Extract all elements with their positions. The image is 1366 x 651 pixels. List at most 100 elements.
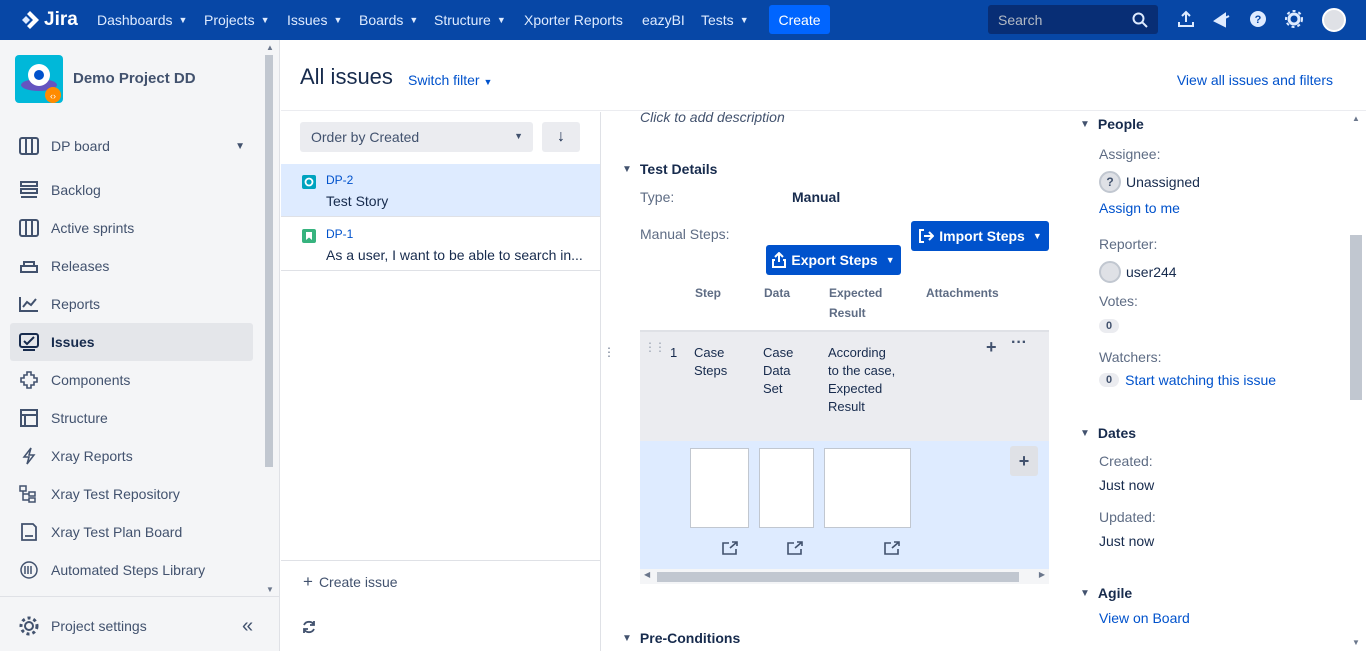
scroll-up-icon[interactable]: ▲ [1352, 114, 1360, 123]
type-label: Type: [640, 189, 675, 205]
order-by-select[interactable]: Order by Created ▼ [300, 122, 533, 152]
settings-gear-icon[interactable] [1285, 10, 1303, 28]
sidebar-item-automated-steps-library[interactable]: Automated Steps Library [10, 551, 253, 589]
sort-direction-button[interactable]: ↓ [542, 122, 580, 152]
reporter-value[interactable]: user244 [1099, 261, 1177, 283]
issue-list-item[interactable]: DP-2 Test Story [281, 164, 600, 217]
import-icon [919, 229, 935, 243]
project-name[interactable]: Demo Project DD [73, 70, 196, 87]
scroll-down-icon[interactable]: ▼ [266, 585, 274, 594]
reporter-label: Reporter: [1099, 236, 1158, 252]
dates-section-header[interactable]: ▼ Dates [1080, 425, 1136, 441]
scroll-down-icon[interactable]: ▼ [1352, 638, 1360, 647]
help-icon[interactable]: ? [1249, 10, 1267, 28]
scrollbar-thumb[interactable] [657, 572, 1019, 582]
assignee-name: Unassigned [1126, 174, 1200, 190]
page-title: All issues [300, 64, 393, 89]
scroll-up-icon[interactable]: ▲ [266, 43, 274, 52]
view-on-board-link[interactable]: View on Board [1099, 610, 1190, 626]
sidebar-item-components[interactable]: Components [10, 361, 253, 399]
sidebar-item-xray-test-plan-board[interactable]: Xray Test Plan Board [10, 513, 253, 551]
search-input[interactable]: Search [988, 5, 1158, 34]
project-settings-link[interactable]: Project settings [10, 607, 253, 645]
sidebar-item-label: Automated Steps Library [51, 562, 206, 578]
nav-issues[interactable]: Issues ▼ [287, 0, 342, 40]
nav-tests[interactable]: Tests ▼ [701, 0, 749, 40]
sidebar-item-issues[interactable]: Issues [10, 323, 253, 361]
step-expected-result[interactable]: According to the case, Expected Result [828, 344, 898, 416]
pre-conditions-section-header[interactable]: ▼ Pre-Conditions [622, 630, 740, 646]
collapse-sidebar-icon[interactable]: « [242, 615, 253, 638]
votes-badge: 0 [1099, 319, 1120, 333]
upload-icon[interactable] [1177, 10, 1195, 28]
create-issue-label: Create issue [318, 573, 398, 590]
issues-icon [18, 332, 40, 352]
created-label: Created: [1099, 453, 1153, 469]
assignee-value[interactable]: ? Unassigned [1099, 171, 1200, 193]
create-button[interactable]: Create [769, 5, 830, 34]
expand-field-icon[interactable] [884, 541, 900, 555]
sidebar-item-xray-test-repository[interactable]: Xray Test Repository [10, 475, 253, 513]
scroll-left-icon[interactable]: ◀ [644, 570, 650, 579]
sidebar-item-label: Active sprints [51, 220, 135, 236]
new-step-action-textarea[interactable] [690, 448, 749, 528]
nav-structure[interactable]: Structure ▼ [434, 0, 506, 40]
top-navigation: Jira Dashboards ▼ Projects ▼ Issues ▼ Board… [0, 0, 1366, 40]
issue-key[interactable]: DP-2 [326, 173, 353, 187]
new-step-data-textarea[interactable] [759, 448, 814, 528]
sidebar-item-xray-reports[interactable]: Xray Reports [10, 437, 253, 475]
notifications-icon[interactable] [1213, 10, 1231, 28]
column-header-data: Data [764, 286, 791, 300]
sidebar-item-label: Reports [51, 296, 101, 312]
assign-to-me-link[interactable]: Assign to me [1099, 200, 1180, 216]
user-avatar[interactable] [1322, 8, 1346, 32]
votes-count[interactable]: 0 [1099, 316, 1120, 333]
issue-list-item[interactable]: DP-1 As a user, I want to be able to sea… [281, 218, 600, 271]
nav-boards[interactable]: Boards ▼ [359, 0, 418, 40]
more-actions-icon[interactable]: ··· [1011, 334, 1027, 352]
detail-vertical-scrollbar[interactable] [1350, 235, 1362, 400]
description-placeholder[interactable]: Click to add description [640, 112, 785, 125]
create-issue-button[interactable]: + Create issue [281, 560, 600, 602]
plus-icon: + [303, 571, 313, 591]
add-step-button[interactable]: + [1010, 446, 1038, 476]
add-attachment-plus-icon[interactable]: + [986, 337, 997, 358]
view-all-issues-link[interactable]: View all issues and filters [1177, 72, 1333, 88]
issue-key[interactable]: DP-1 [326, 227, 353, 241]
step-action[interactable]: Case Steps [694, 344, 744, 380]
people-section-header[interactable]: ▼ People [1080, 116, 1144, 132]
nav-label: Tests [701, 12, 734, 28]
new-step-expected-textarea[interactable] [824, 448, 911, 528]
sidebar-item-active-sprints[interactable]: Active sprints [10, 209, 253, 247]
export-steps-button[interactable]: Export Steps ▼ [766, 245, 901, 275]
watchers-row: 0 Start watching this issue [1099, 372, 1276, 388]
jira-logo[interactable]: Jira [20, 9, 78, 31]
sidebar-item-reports[interactable]: Reports [10, 285, 253, 323]
nav-eazybi[interactable]: eazyBI [642, 0, 685, 40]
import-steps-button[interactable]: Import Steps ▼ [911, 221, 1049, 251]
switch-filter-button[interactable]: Switch filter ▼ [408, 72, 492, 88]
scroll-right-icon[interactable]: ▶ [1039, 570, 1045, 579]
step-data[interactable]: Case Data Set [763, 344, 803, 398]
jira-logo-text: Jira [44, 9, 78, 30]
sidebar-item-releases[interactable]: Releases [10, 247, 253, 285]
nav-projects[interactable]: Projects ▼ [204, 0, 270, 40]
sidebar-scrollbar[interactable] [265, 55, 273, 467]
project-avatar[interactable]: ‹› [15, 55, 63, 103]
steps-horizontal-scrollbar[interactable]: ◀ ▶ [640, 569, 1049, 584]
chevron-down-icon: ▼ [235, 140, 245, 152]
drag-handle-icon[interactable]: ⋮⋮ [644, 340, 666, 354]
test-details-section-header[interactable]: ▼ Test Details [622, 161, 717, 177]
start-watching-link[interactable]: Start watching this issue [1125, 372, 1276, 388]
sidebar-item-structure[interactable]: Structure [10, 399, 253, 437]
expand-field-icon[interactable] [787, 541, 803, 555]
nav-xporter-reports[interactable]: Xporter Reports [524, 0, 623, 40]
sidebar-board-selector[interactable]: DP board ▼ [10, 127, 253, 165]
sidebar-item-backlog[interactable]: Backlog [10, 171, 253, 209]
nav-dashboards[interactable]: Dashboards ▼ [97, 0, 187, 40]
test-step-row[interactable]: ⋮⋮ 1 Case Steps Case Data Set According … [640, 330, 1049, 441]
refresh-icon[interactable] [301, 619, 317, 638]
assignee-label: Assignee: [1099, 146, 1161, 162]
expand-field-icon[interactable] [722, 541, 738, 555]
agile-section-header[interactable]: ▼ Agile [1080, 585, 1132, 601]
